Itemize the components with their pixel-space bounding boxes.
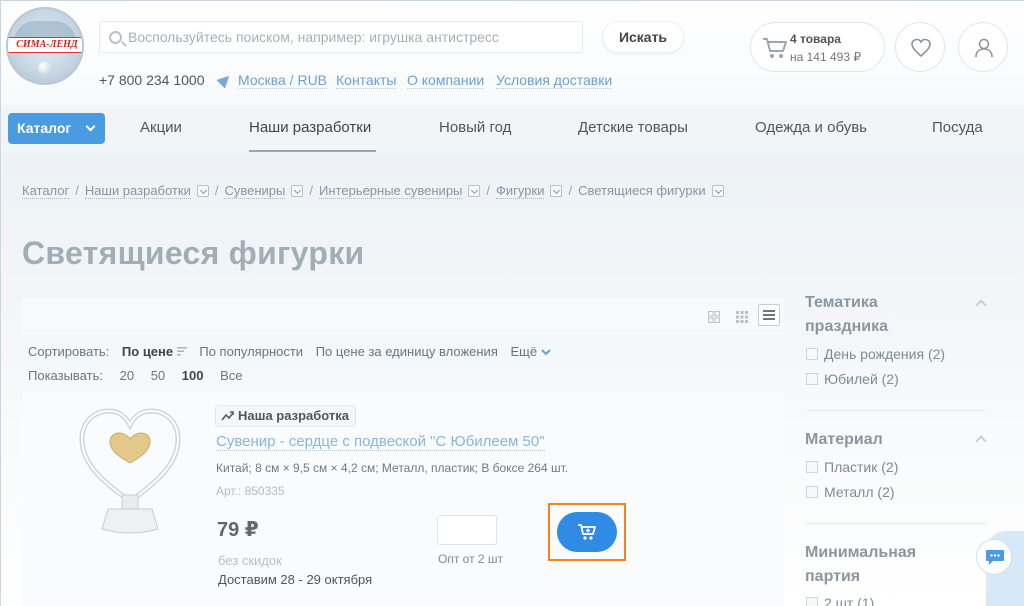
phone-number[interactable]: +7 800 234 1000 [99,72,205,88]
header: СИМА-ЛЕНД Искать +7 800 234 1000 Москва … [1,1,1024,105]
user-icon [975,38,993,58]
breadcrumb-item[interactable]: Каталог [22,183,70,199]
product-image[interactable] [78,405,182,537]
checkbox[interactable] [806,373,818,385]
account-button[interactable] [958,22,1008,72]
logo-pearl-icon [38,61,52,75]
filter-holiday-title[interactable]: Тематика праздника [805,291,888,339]
search-box [99,21,583,53]
search-input[interactable] [128,26,568,48]
filter-option[interactable]: Металл (2) [806,484,895,500]
small-grid-view-icon[interactable] [736,311,748,323]
filter-divider [806,410,986,411]
checkbox[interactable] [806,348,818,360]
filter-option[interactable]: День рождения (2) [806,346,945,362]
page-title: Светящиеся фигурки [22,235,365,271]
breadcrumb-item[interactable]: Интерьерные сувениры [319,183,463,199]
add-to-cart-button[interactable] [557,512,617,552]
search-icon [109,31,122,44]
location-arrow-icon [216,71,234,89]
chevron-down-icon[interactable] [291,185,304,197]
sort-by-price[interactable]: По цене [122,344,187,359]
per-page-100[interactable]: 100 [182,368,204,383]
per-page-50[interactable]: 50 [151,368,165,383]
filter-option[interactable]: Пластик (2) [806,459,898,475]
product-description: Китай; 8 см × 9,5 см × 4,2 см; Металл, п… [216,461,569,475]
filter-option[interactable]: 2 шт (1) [806,595,874,606]
nav-item-new-year[interactable]: Новый год [439,119,511,136]
product-card: Наша разработка Сувенир - сердце с подве… [22,393,784,606]
active-nav-indicator [249,150,376,152]
search-button[interactable]: Искать [602,21,684,53]
breadcrumb: Каталог / Наши разработки / Сувениры / Интерье… [22,183,724,199]
nav-item-kids[interactable]: Детские товары [578,119,688,136]
logo-text: СИМА-ЛЕНД [8,37,82,53]
nav-item-our-developments[interactable]: Наши разработки [249,119,371,136]
trend-up-icon [221,411,234,421]
badge-label: Наша разработка [238,408,350,423]
heart-icon [911,38,931,58]
per-page-row: Показывать: 20 50 100 Все [28,368,256,383]
large-grid-view-icon[interactable] [708,311,720,323]
chevron-down-icon [541,349,551,356]
chat-icon [986,550,1004,565]
our-development-badge: Наша разработка [215,405,357,427]
location-link[interactable]: Москва / RUB [238,72,328,89]
chat-button[interactable] [976,539,1012,575]
sort-by-unit-price[interactable]: По цене за единицу вложения [316,344,498,359]
nav-item-dishes[interactable]: Посуда [932,119,983,136]
nav-item-promotions[interactable]: Акции [140,119,182,136]
main-nav: Каталог Акции Наши разработки Новый год … [1,105,1024,153]
per-page-label: Показывать: [28,368,103,383]
breadcrumb-item[interactable]: Наши разработки [84,183,191,199]
checkbox[interactable] [806,597,818,606]
chevron-down-icon[interactable] [468,185,481,197]
filter-material-title[interactable]: Материал [805,428,883,452]
checkbox[interactable] [806,461,818,473]
breadcrumb-current: Светящиеся фигурки [578,183,706,198]
product-article: Арт.: 850335 [216,484,285,498]
list-view-button[interactable] [758,304,780,326]
cart-count: 4 товара [790,32,841,46]
chevron-down-icon[interactable] [550,185,563,197]
cart-icon [763,38,787,58]
quantity-input[interactable] [437,515,497,545]
per-page-all[interactable]: Все [220,368,242,383]
filter-min-batch-title[interactable]: Минимальная партия [805,541,916,589]
sort-label: Сортировать: [28,344,110,359]
min-order-note: Опт от 2 шт [438,552,504,566]
product-price: 79 ₽ [217,519,259,541]
catalog-label: Каталог [17,120,72,136]
favorites-button[interactable] [895,22,945,72]
header-cart-button[interactable]: 4 товара на 141 493 ₽ [750,22,885,72]
product-name-link[interactable]: Сувенир - сердце с подвеской "С Юбилеем … [216,433,545,451]
sort-row: Сортировать: По цене По популярности По … [28,344,560,359]
sort-by-popularity[interactable]: По популярности [199,344,303,359]
catalog-button[interactable]: Каталог [8,113,105,144]
sort-order-icon [176,347,187,356]
delivery-date: Доставим 28 - 29 октября [218,572,373,587]
contacts-link[interactable]: Контакты [336,72,397,89]
chevron-down-icon [85,121,96,132]
filter-option[interactable]: Юбилей (2) [806,371,899,387]
checkbox[interactable] [806,486,818,498]
cart-total: на 141 493 ₽ [790,50,861,64]
site-logo[interactable]: СИМА-ЛЕНД [6,7,84,85]
list-view-icon [763,310,775,320]
sort-more[interactable]: Ещё [511,344,551,359]
cart-plus-icon [578,524,596,540]
chevron-down-icon[interactable] [711,185,724,197]
delivery-terms-link[interactable]: Условия доставки [496,72,613,89]
per-page-20[interactable]: 20 [120,368,134,383]
breadcrumb-item[interactable]: Сувениры [224,183,286,199]
discount-note: без скидок [218,553,282,568]
about-link[interactable]: О компании [407,72,485,89]
view-toolbar [22,299,784,335]
filter-divider [806,523,986,524]
breadcrumb-item[interactable]: Фигурки [496,183,545,199]
nav-item-clothes[interactable]: Одежда и обувь [755,119,867,136]
chevron-down-icon[interactable] [196,185,209,197]
